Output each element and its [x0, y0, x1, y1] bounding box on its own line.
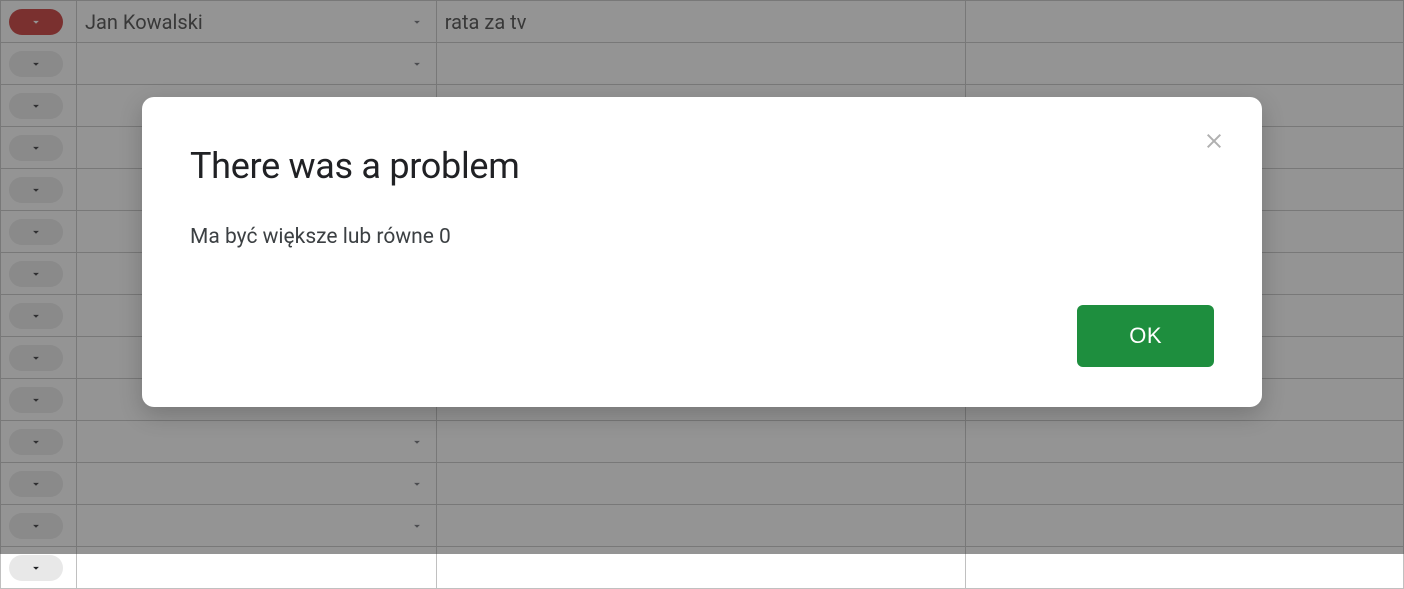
close-icon — [1202, 129, 1226, 153]
ok-button[interactable]: OK — [1077, 305, 1214, 367]
dialog-message: Ma być większe lub równe 0 — [190, 225, 1214, 249]
dialog-title: There was a problem — [190, 145, 1214, 187]
error-dialog: There was a problem Ma być większe lub r… — [142, 97, 1262, 407]
close-button[interactable] — [1198, 125, 1230, 157]
status-dropdown-chip[interactable] — [9, 555, 63, 581]
modal-overlay: There was a problem Ma być większe lub r… — [0, 0, 1404, 554]
chevron-down-icon — [29, 556, 43, 580]
dialog-actions: OK — [190, 305, 1214, 367]
